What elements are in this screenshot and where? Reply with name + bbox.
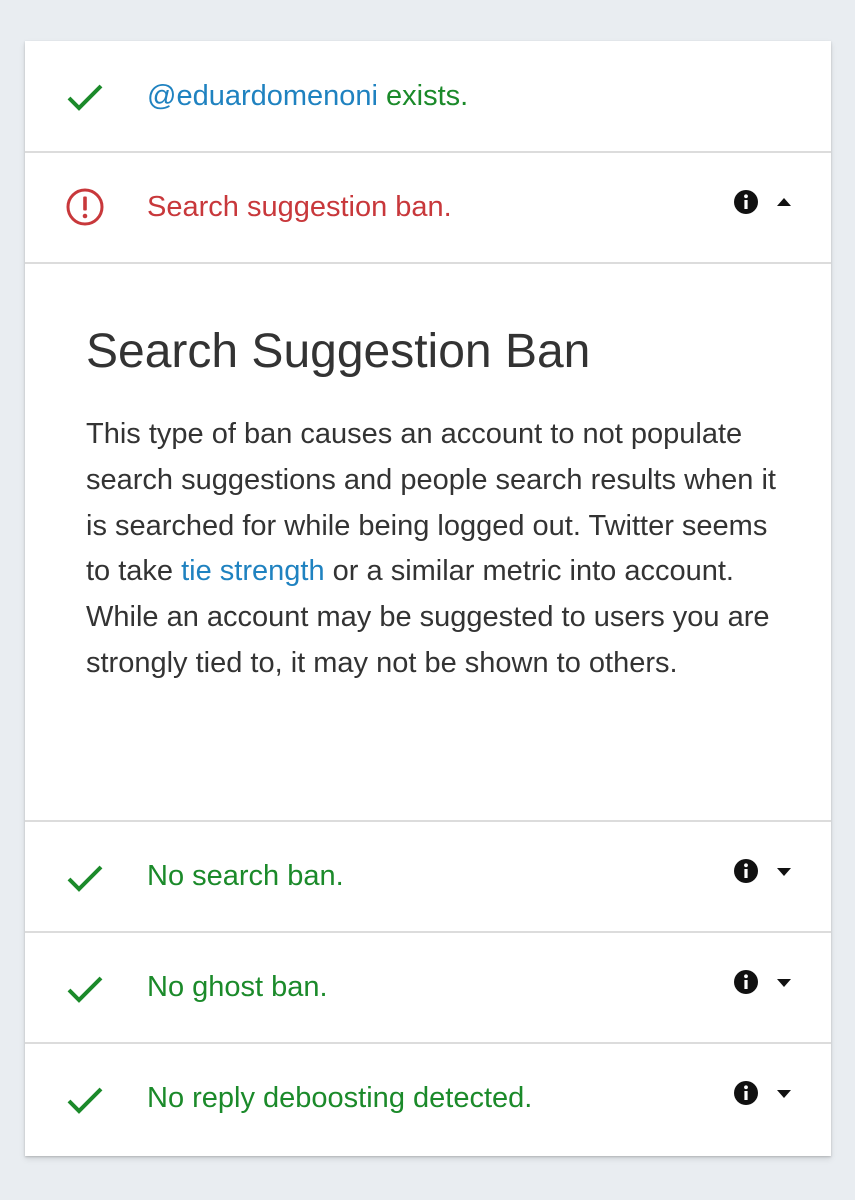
row-account-exists: @eduardomenoni exists. xyxy=(25,41,831,153)
info-icon[interactable] xyxy=(733,969,759,995)
tie-strength-link[interactable]: tie strength xyxy=(181,555,324,587)
checkmark-icon xyxy=(67,865,103,892)
caret-down-icon[interactable] xyxy=(777,868,791,876)
exists-label: exists. xyxy=(377,80,469,112)
caret-down-icon[interactable] xyxy=(777,1090,791,1098)
search-suggestion-ban-label: Search suggestion ban. xyxy=(147,191,452,223)
detail-description: This type of ban causes an account to no… xyxy=(86,412,786,687)
suggestion-ban-detail-panel: Search Suggestion Ban This type of ban c… xyxy=(25,264,831,822)
checkmark-icon xyxy=(67,976,103,1003)
alert-circle-icon xyxy=(66,188,104,226)
caret-down-icon[interactable] xyxy=(777,979,791,987)
reply-deboosting-label: No reply deboosting detected. xyxy=(147,1082,533,1114)
search-ban-label: No search ban. xyxy=(147,860,344,892)
info-icon[interactable] xyxy=(733,858,759,884)
info-icon[interactable] xyxy=(733,189,759,215)
detail-title: Search Suggestion Ban xyxy=(86,325,591,378)
checkmark-icon xyxy=(67,1087,103,1114)
caret-up-icon[interactable] xyxy=(777,198,791,206)
row-search-suggestion-ban[interactable]: Search suggestion ban. xyxy=(25,153,831,264)
checkmark-icon xyxy=(67,84,103,111)
info-icon[interactable] xyxy=(733,1080,759,1106)
ghost-ban-label: No ghost ban. xyxy=(147,971,328,1003)
row-reply-deboosting[interactable]: No reply deboosting detected. xyxy=(25,1044,831,1156)
row-search-ban[interactable]: No search ban. xyxy=(25,822,831,933)
account-exists-text: @eduardomenoni exists. xyxy=(147,79,468,113)
row-ghost-ban[interactable]: No ghost ban. xyxy=(25,933,831,1044)
results-card: @eduardomenoni exists. Search suggestion… xyxy=(25,41,831,1156)
account-handle-link[interactable]: @eduardomenoni xyxy=(147,80,378,112)
